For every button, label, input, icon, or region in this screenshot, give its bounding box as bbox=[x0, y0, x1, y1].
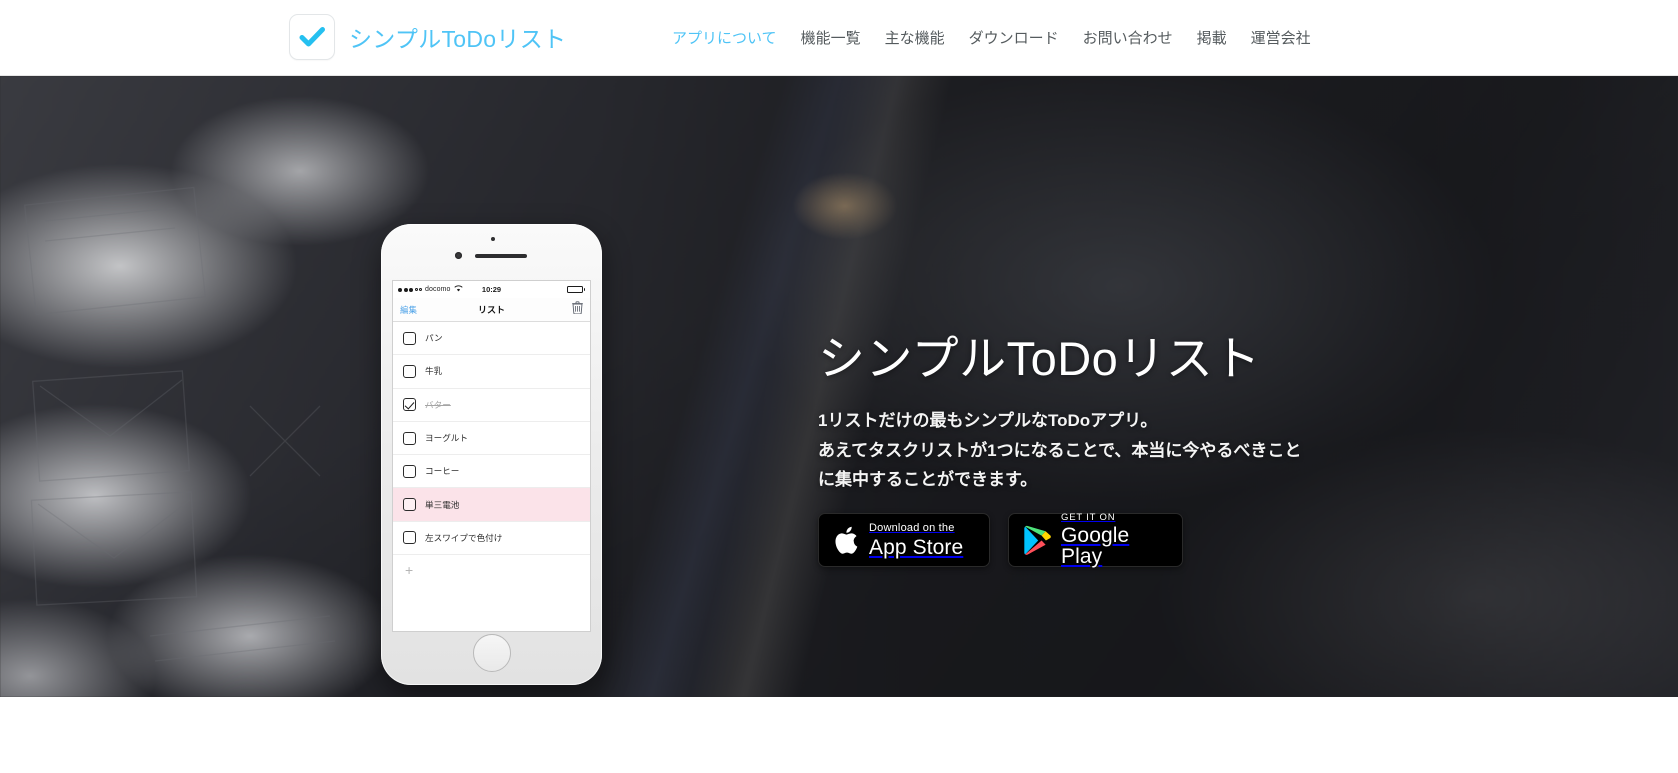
todo-item[interactable]: コーヒー bbox=[393, 455, 590, 489]
brand-name: シンプルToDoリスト bbox=[349, 26, 567, 52]
todo-label: 左スワイプで色付け bbox=[425, 532, 503, 543]
todo-item[interactable]: 左スワイプで色付け bbox=[393, 521, 590, 556]
todo-label: ヨーグルト bbox=[425, 433, 468, 444]
main-nav: アプリについて 機能一覧 主な機能 ダウンロード お問い合わせ 掲載 運営会社 bbox=[672, 0, 1311, 76]
hero-section: docomo 10:29 編集 リスト パン 牛乳 バター ヨーグルト コーヒー… bbox=[0, 76, 1678, 697]
todo-item[interactable]: ヨーグルト bbox=[393, 421, 590, 456]
app-store-button[interactable]: Download on the App Store bbox=[818, 513, 990, 567]
app-title: リスト bbox=[477, 305, 505, 315]
todo-label: パン bbox=[425, 333, 443, 344]
nav-item-download[interactable]: ダウンロード bbox=[969, 25, 1059, 52]
site-header: シンプルToDoリスト アプリについて 機能一覧 主な機能 ダウンロード お問い… bbox=[0, 0, 1678, 76]
apple-logo-icon bbox=[833, 525, 859, 556]
todo-label: 牛乳 bbox=[425, 366, 443, 377]
nav-item-about[interactable]: アプリについて bbox=[672, 25, 777, 52]
todo-checkbox[interactable] bbox=[403, 331, 416, 345]
todo-item[interactable]: パン bbox=[393, 322, 590, 356]
google-play-big-label: Google Play bbox=[1061, 524, 1130, 569]
phone-screen: docomo 10:29 編集 リスト パン 牛乳 バター ヨーグルト コーヒー… bbox=[392, 280, 591, 632]
sketch-paper-decoration bbox=[24, 186, 336, 662]
battery-full-icon bbox=[566, 286, 585, 293]
ios-status-bar: docomo 10:29 bbox=[393, 281, 590, 298]
todo-checkbox-checked[interactable] bbox=[403, 398, 416, 412]
todo-list: パン 牛乳 バター ヨーグルト コーヒー 単三電池 左スワイプで色付け + bbox=[393, 322, 590, 586]
todo-checkbox[interactable] bbox=[403, 464, 416, 478]
todo-item[interactable]: 牛乳 bbox=[393, 355, 590, 389]
hero-subtitle-line-2: あえてタスクリストが1つになることで、本当に今やるべきこと bbox=[818, 440, 1302, 460]
nav-item-features-list[interactable]: 機能一覧 bbox=[801, 25, 861, 52]
google-play-icon bbox=[1023, 525, 1051, 556]
app-store-small-label: Download on the bbox=[869, 521, 955, 534]
home-button[interactable] bbox=[472, 634, 511, 672]
add-todo-button[interactable]: + bbox=[393, 555, 590, 586]
todo-item-highlighted[interactable]: 単三電池 bbox=[393, 488, 590, 522]
nav-item-main-features[interactable]: 主な機能 bbox=[885, 25, 945, 52]
phone-top-bezel bbox=[381, 224, 602, 280]
google-play-button[interactable]: GET IT ON Google Play bbox=[1008, 513, 1183, 567]
hero-subtitle-line-1: 1リストだけの最もシンプルなToDoアプリ。 bbox=[818, 411, 1158, 431]
wifi-icon bbox=[453, 285, 463, 294]
todo-label: コーヒー bbox=[425, 466, 460, 477]
nav-item-company[interactable]: 運営会社 bbox=[1251, 25, 1311, 52]
store-badges: Download on the App Store GET IT ON Goog… bbox=[818, 513, 1183, 567]
phone-sensor-dot bbox=[491, 237, 495, 241]
checkmark-icon bbox=[289, 14, 335, 60]
todo-checkbox[interactable] bbox=[403, 531, 416, 545]
carrier-label: docomo bbox=[425, 286, 451, 293]
todo-label: バター bbox=[425, 399, 451, 410]
page-title: シンプルToDoリスト bbox=[818, 332, 1261, 385]
phone-mockup: docomo 10:29 編集 リスト パン 牛乳 バター ヨーグルト コーヒー… bbox=[381, 224, 602, 685]
hero-subtitle: 1リストだけの最もシンプルなToDoアプリ。 あえてタスクリストが1つになること… bbox=[818, 406, 1438, 494]
todo-checkbox[interactable] bbox=[403, 498, 416, 512]
page-bottom-strip bbox=[0, 697, 1678, 773]
todo-item[interactable]: バター bbox=[393, 388, 590, 422]
page-root: シンプルToDoリスト アプリについて 機能一覧 主な機能 ダウンロード お問い… bbox=[0, 0, 1678, 773]
trash-icon[interactable] bbox=[572, 300, 583, 319]
front-camera-icon bbox=[455, 252, 462, 259]
hero-subtitle-line-3: に集中することができます。 bbox=[818, 469, 1038, 489]
nav-item-press[interactable]: 掲載 bbox=[1197, 25, 1227, 52]
hero-copy: シンプルToDoリスト 1リストだけの最もシンプルなToDoアプリ。 あえてタス… bbox=[818, 331, 1438, 494]
nav-item-contact[interactable]: お問い合わせ bbox=[1083, 25, 1173, 52]
google-play-small-label: GET IT ON bbox=[1061, 511, 1116, 523]
signal-strength-icon bbox=[398, 287, 422, 292]
brand[interactable]: シンプルToDoリスト bbox=[289, 14, 566, 60]
todo-checkbox[interactable] bbox=[403, 431, 416, 445]
app-navigation-bar: 編集 リスト bbox=[393, 298, 590, 322]
todo-checkbox[interactable] bbox=[403, 364, 416, 378]
app-store-big-label: App Store bbox=[869, 535, 964, 559]
todo-label: 単三電池 bbox=[425, 499, 460, 510]
earpiece-speaker bbox=[475, 254, 527, 258]
